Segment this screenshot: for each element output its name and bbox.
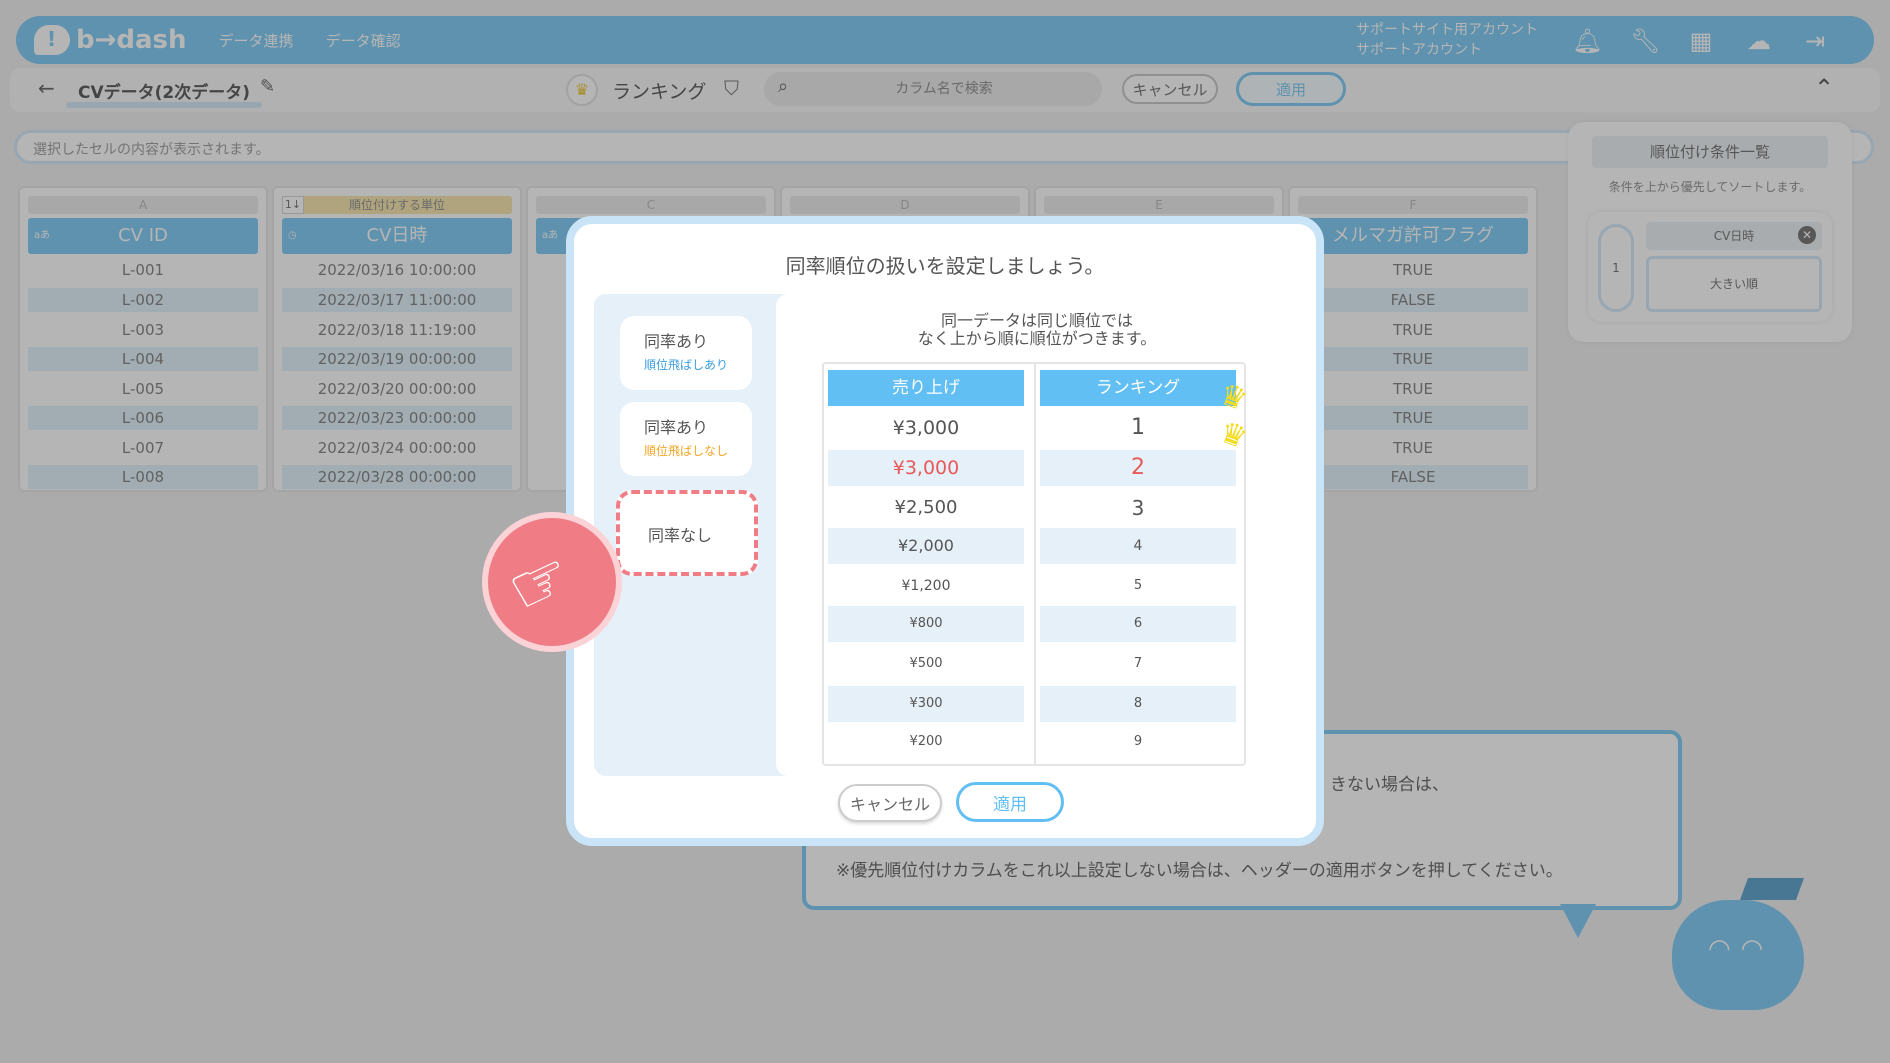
option-tie-skip[interactable]: 同率あり 順位飛ばしあり <box>620 316 752 390</box>
table-cell: ¥3,000 <box>828 450 1024 486</box>
description-line-2: なく上から順に順位がつきます。 <box>917 329 1157 348</box>
table-cell: 8 <box>1040 686 1236 722</box>
table-cell: 3 <box>1131 496 1145 520</box>
table-cell: ¥2,000 <box>828 528 1024 564</box>
modal-apply-button[interactable]: 適用 <box>956 782 1064 822</box>
modal-title: 同率順位の扱いを設定しましょう。 <box>785 254 1105 278</box>
table-cell: 6 <box>1040 606 1236 642</box>
sales-header: 売り上げ <box>828 370 1024 406</box>
tie-ranking-modal: 同率順位の扱いを設定しましょう。 同率あり 順位飛ばしあり 同率あり 順位飛ばし… <box>566 216 1324 846</box>
table-cell: ¥300 <box>828 686 1024 722</box>
preview-description: 同一データは同じ順位では なく上から順に順位がつきます。 <box>776 312 1298 348</box>
option-sub: 順位飛ばしあり <box>644 358 729 372</box>
hand-glyph: ☞ <box>496 534 585 633</box>
table-cell: ¥3,000 <box>892 417 960 439</box>
description-line-1: 同一データは同じ順位では <box>940 311 1133 330</box>
table-cell: ¥1,200 <box>901 578 951 594</box>
modal-cancel-button[interactable]: キャンセル <box>838 784 942 822</box>
table-cell: 4 <box>1040 528 1236 564</box>
option-label: 同率あり <box>644 418 709 437</box>
option-label: 同率なし <box>648 526 713 545</box>
table-cell: 5 <box>1133 578 1143 593</box>
table-cell: ¥800 <box>828 606 1024 642</box>
option-tie-no-skip[interactable]: 同率あり 順位飛ばしなし <box>620 402 752 476</box>
table-divider <box>1034 364 1036 764</box>
table-cell: ¥500 <box>909 656 943 671</box>
preview-panel: 同一データは同じ順位では なく上から順に順位がつきます。 売り上げ ランキング … <box>776 294 1298 776</box>
table-cell: ¥2,500 <box>894 497 958 518</box>
table-cell: 1 <box>1131 415 1145 440</box>
table-cell: ¥200 <box>909 734 943 749</box>
option-no-tie[interactable]: 同率なし <box>616 490 758 576</box>
option-label: 同率あり <box>644 332 709 351</box>
table-cell: 2 <box>1040 450 1236 486</box>
table-cell: 9 <box>1133 734 1143 749</box>
preview-table: 売り上げ ランキング ¥3,000 1 ¥3,000 2 ¥2,500 3 ¥2… <box>822 362 1252 766</box>
option-sub: 順位飛ばしなし <box>644 444 729 458</box>
modal-content: 同率あり 順位飛ばしあり 同率あり 順位飛ばしなし 同率なし 同一データは同じ順… <box>594 294 1298 776</box>
pointing-hand-icon: ☞ <box>482 512 622 652</box>
table-cell: 7 <box>1133 656 1143 671</box>
ranking-header: ランキング <box>1040 370 1236 406</box>
